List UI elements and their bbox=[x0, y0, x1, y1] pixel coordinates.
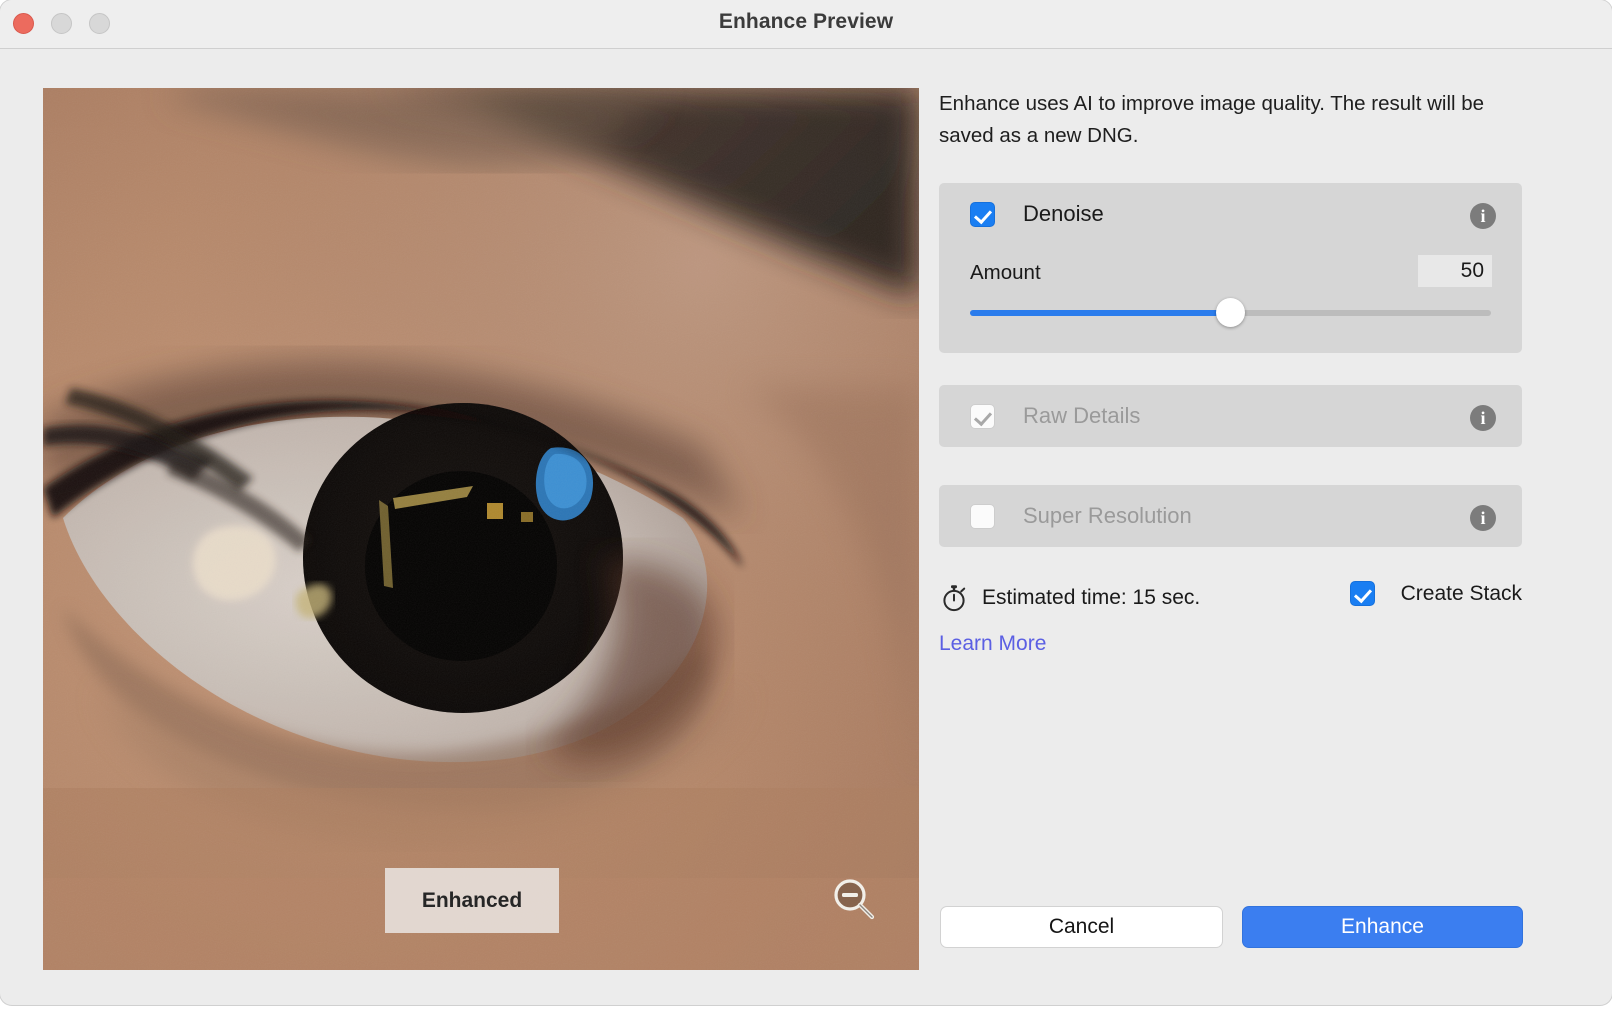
panel-description: Enhance uses AI to improve image quality… bbox=[939, 92, 1485, 147]
create-stack-checkbox[interactable] bbox=[1349, 581, 1375, 606]
raw-details-label: Raw Details bbox=[1023, 403, 1141, 428]
denoise-amount-row: Amount 50 bbox=[939, 255, 1522, 293]
create-stack-label: Create Stack bbox=[1400, 581, 1522, 605]
eye-photograph bbox=[43, 88, 919, 970]
raw-details-row: Raw Details bbox=[939, 385, 1522, 447]
super-resolution-row: Super Resolution bbox=[939, 485, 1522, 547]
enhanced-badge: Enhanced bbox=[385, 868, 559, 933]
zoom-out-magnifier-icon[interactable] bbox=[831, 876, 877, 922]
enhance-button[interactable]: Enhance bbox=[1242, 906, 1523, 948]
denoise-label: Denoise bbox=[1023, 201, 1104, 226]
slider-thumb[interactable] bbox=[1215, 298, 1245, 327]
super-resolution-checkbox bbox=[970, 503, 995, 529]
raw-details-checkbox bbox=[970, 403, 995, 429]
stopwatch-icon bbox=[943, 585, 966, 612]
denoise-info-icon[interactable]: i bbox=[1470, 203, 1496, 229]
option-card-super-resolution: Super Resolution i bbox=[939, 485, 1522, 547]
amount-value-field[interactable]: 50 bbox=[1418, 255, 1492, 287]
cancel-button[interactable]: Cancel bbox=[940, 906, 1223, 948]
super-resolution-info-icon[interactable]: i bbox=[1470, 505, 1496, 531]
learn-more-link[interactable]: Learn More bbox=[939, 632, 1046, 656]
window-titlebar: Enhance Preview bbox=[0, 0, 1612, 49]
option-card-raw-details: Raw Details i bbox=[939, 385, 1522, 447]
enhance-preview-window: Enhance Preview Enhanced Enhance uses AI… bbox=[0, 0, 1612, 1005]
denoise-row[interactable]: Denoise bbox=[939, 183, 1522, 245]
option-card-denoise: Denoise i Amount 50 bbox=[939, 183, 1522, 353]
amount-label: Amount bbox=[970, 261, 1041, 284]
raw-details-info-icon[interactable]: i bbox=[1470, 405, 1496, 431]
super-resolution-label: Super Resolution bbox=[1023, 503, 1192, 528]
slider-fill bbox=[970, 310, 1231, 316]
image-preview-pane[interactable]: Enhanced bbox=[43, 88, 919, 970]
estimated-time-text: Estimated time: 15 sec. bbox=[982, 586, 1201, 609]
estimated-time-row: Estimated time: 15 sec. Create Stack bbox=[939, 578, 1522, 618]
page-title: Enhance Preview bbox=[718, 10, 894, 33]
denoise-amount-slider[interactable] bbox=[970, 298, 1491, 327]
create-stack-control[interactable]: Create Stack bbox=[1349, 581, 1522, 606]
panel-description-block: Enhance uses AI to improve image quality… bbox=[939, 88, 1521, 152]
denoise-checkbox[interactable] bbox=[970, 201, 995, 227]
